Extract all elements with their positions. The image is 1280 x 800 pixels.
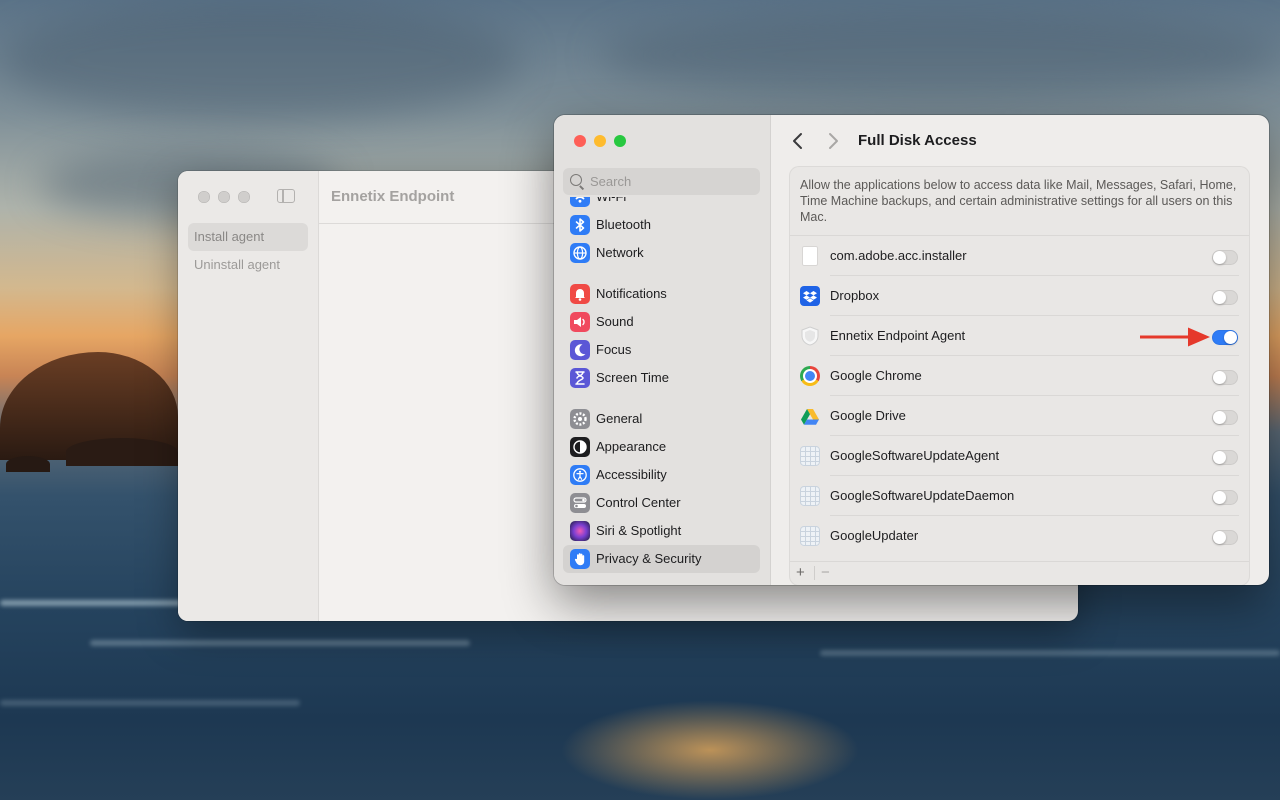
settings-traffic-lights (574, 135, 626, 147)
hourglass-icon (570, 368, 590, 388)
gear-icon (570, 409, 590, 429)
speaker-icon (570, 312, 590, 332)
app-row-google-software-update-agent: GoogleSoftwareUpdateAgent (790, 436, 1249, 476)
grid-app-icon (800, 526, 820, 546)
zoom-button[interactable] (614, 135, 626, 147)
grid-app-icon (800, 486, 820, 506)
sidebar-toggle-icon[interactable] (277, 189, 295, 203)
wifi-icon (570, 197, 590, 207)
minimize-button[interactable] (218, 191, 230, 203)
access-toggle[interactable] (1212, 290, 1238, 305)
app-row-google-chrome: Google Chrome (790, 356, 1249, 396)
sidebar-item-accessibility[interactable]: Accessibility (563, 461, 760, 489)
search-input[interactable] (590, 168, 750, 195)
sidebar-item-label: Focus (596, 342, 632, 357)
app-name: Google Drive (830, 408, 906, 423)
hand-icon (570, 549, 590, 569)
app-name: GoogleSoftwareUpdateAgent (830, 448, 1000, 463)
dropbox-icon (800, 286, 820, 306)
sidebar-item-label: General (596, 411, 643, 426)
sidebar-item-label: Siri & Spotlight (596, 523, 682, 538)
sidebar-item-install-agent[interactable]: Install agent (188, 223, 308, 251)
sidebar-item-network[interactable]: Network (563, 239, 760, 267)
app-name: Google Chrome (830, 368, 922, 383)
sidebar-item-general[interactable]: General (563, 405, 760, 433)
access-toggle[interactable] (1212, 450, 1238, 465)
search-icon (570, 174, 582, 186)
app-name: com.adobe.acc.installer (830, 248, 967, 263)
sidebar-item-control-center[interactable]: Control Center (563, 489, 760, 517)
control-center-icon (570, 493, 590, 513)
back-chevron-icon[interactable] (791, 130, 805, 156)
sidebar-item-label: Accessibility (596, 467, 667, 482)
close-button[interactable] (198, 191, 210, 203)
app-name: Ennetix Endpoint Agent (830, 328, 966, 343)
moon-icon (570, 340, 590, 360)
close-button[interactable] (574, 135, 586, 147)
sidebar-item-label: Screen Time (596, 370, 669, 385)
grid-app-icon (800, 446, 820, 466)
sidebar-item-label: Appearance (596, 439, 667, 454)
settings-sidebar: Wi-Fi Bluetooth Network Notifications (554, 115, 771, 585)
access-toggle[interactable] (1212, 370, 1238, 385)
chrome-icon (800, 366, 820, 386)
app-name: GoogleUpdater (830, 528, 919, 543)
app-row-dropbox: Dropbox (790, 276, 1249, 316)
search-field[interactable] (563, 168, 760, 195)
access-toggle[interactable] (1212, 530, 1238, 545)
sidebar-item-screen-time[interactable]: Screen Time (563, 364, 760, 392)
sidebar-item-appearance[interactable]: Appearance (563, 433, 760, 461)
sidebar-item-bluetooth[interactable]: Bluetooth (563, 211, 760, 239)
sidebar-item-uninstall-agent[interactable]: Uninstall agent (188, 251, 308, 279)
accessibility-icon (570, 465, 590, 485)
sidebar-item-label: Network (596, 245, 644, 260)
back-window-traffic-lights (198, 191, 250, 203)
sidebar-item-label: Notifications (596, 286, 667, 301)
globe-icon (570, 243, 590, 263)
app-name: GoogleSoftwareUpdateDaemon (830, 488, 1015, 503)
sidebar-item-label: Bluetooth (596, 217, 651, 232)
add-app-button[interactable]: + (796, 564, 805, 582)
sidebar-item-label: Control Center (596, 495, 681, 510)
siri-icon (570, 521, 590, 541)
full-disk-access-panel: Allow the applications below to access d… (790, 167, 1249, 585)
app-row-google-software-update-daemon: GoogleSoftwareUpdateDaemon (790, 476, 1249, 516)
app-row-google-drive: Google Drive (790, 396, 1249, 436)
google-drive-icon (800, 406, 820, 426)
app-name: Dropbox (830, 288, 880, 303)
panel-description: Allow the applications below to access d… (800, 178, 1237, 224)
file-icon (802, 246, 818, 266)
bell-icon (570, 284, 590, 304)
sidebar-item-focus[interactable]: Focus (563, 336, 760, 364)
forward-chevron-icon[interactable] (826, 130, 840, 156)
back-window-sidebar: Install agent Uninstall agent (178, 171, 319, 621)
bluetooth-icon (570, 215, 590, 235)
access-toggle[interactable] (1212, 410, 1238, 425)
sidebar-item-sound[interactable]: Sound (563, 308, 760, 336)
sidebar-item-label: Wi-Fi (596, 197, 626, 211)
page-title: Full Disk Access (858, 132, 977, 149)
sidebar-item-notifications[interactable]: Notifications (563, 280, 760, 308)
sidebar-item-label: Privacy & Security (596, 551, 702, 566)
remove-app-button[interactable]: − (821, 564, 830, 582)
appearance-icon (570, 437, 590, 457)
access-toggle[interactable] (1212, 250, 1238, 265)
settings-nav: Wi-Fi Bluetooth Network Notifications (563, 197, 760, 585)
minimize-button[interactable] (594, 135, 606, 147)
sidebar-item-wifi[interactable]: Wi-Fi (563, 197, 760, 211)
app-row-adobe-installer: com.adobe.acc.installer (790, 236, 1249, 276)
back-window-title: Ennetix Endpoint (331, 188, 455, 205)
sidebar-item-privacy-security[interactable]: Privacy & Security (563, 545, 760, 573)
red-arrow-icon (1140, 327, 1210, 347)
sidebar-item-label: Sound (596, 314, 634, 329)
access-toggle[interactable] (1212, 490, 1238, 505)
app-row-google-updater: GoogleUpdater (790, 516, 1249, 556)
access-toggle[interactable] (1212, 330, 1238, 345)
zoom-button[interactable] (238, 191, 250, 203)
sidebar-item-siri-spotlight[interactable]: Siri & Spotlight (563, 517, 760, 545)
system-settings-window: Wi-Fi Bluetooth Network Notifications (554, 115, 1269, 585)
shield-icon (800, 326, 820, 346)
